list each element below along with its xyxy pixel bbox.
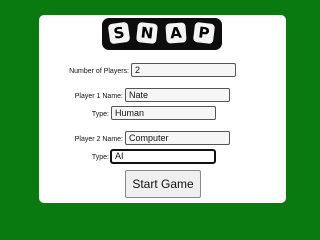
setup-panel: S N A P Number of Players: 2 Player 1 Na… [39,15,286,203]
start-game-button[interactable]: Start Game [125,170,201,198]
logo-tile-n: N [136,22,158,44]
player1-type-label: Type: [91,111,109,118]
player1-name-label: Player 1 Name: [74,93,123,100]
player1-name-input[interactable]: Nate [125,88,230,102]
logo-tile-s: S [107,21,131,45]
player2-type-label: Type: [91,154,109,161]
logo-tile-p: P [192,21,216,45]
num-players-label: Number of Players: [69,68,129,75]
player2-name-label: Player 2 Name: [74,136,123,143]
logo-tile-a: A [165,22,187,44]
snap-logo: S N A P [102,18,222,50]
num-players-input[interactable]: 2 [131,63,236,77]
player2-type-input[interactable]: AI [110,149,216,164]
player2-name-input[interactable]: Computer [125,131,230,145]
player1-type-input[interactable]: Human [111,106,216,120]
